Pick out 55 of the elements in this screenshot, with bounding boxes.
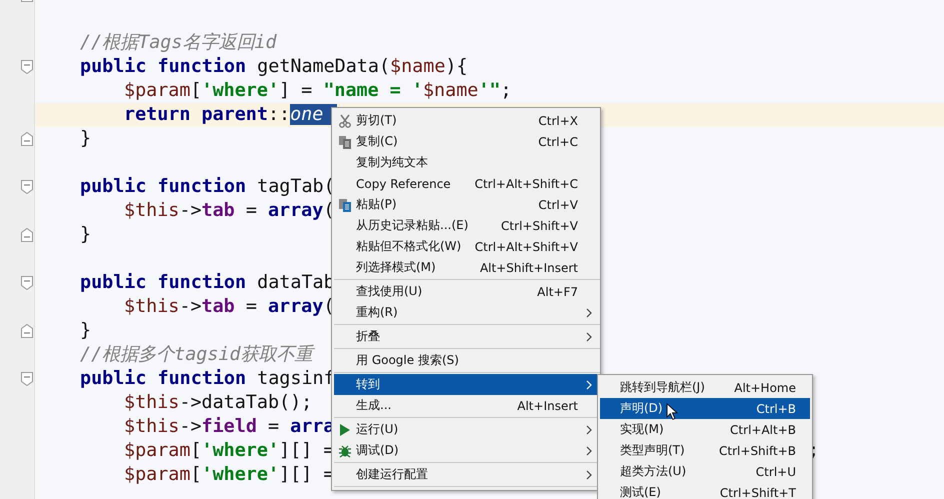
code-line: //根据多个tagsid获取不重	[80, 343, 313, 367]
code-line: //根据Tags名字返回id	[80, 31, 277, 55]
menu-item[interactable]: 用 Google 搜索(S)	[334, 350, 598, 371]
menu-item[interactable]: 转到	[334, 374, 598, 395]
chevron-right-icon	[586, 470, 592, 480]
fold-icon[interactable]	[21, 372, 33, 386]
menu-item[interactable]: 声明(D) Ctrl+B	[600, 398, 810, 419]
chevron-right-icon	[586, 446, 592, 456]
fold-icon[interactable]	[21, 180, 33, 194]
menu-item[interactable]: 实现(M) Ctrl+Alt+B	[600, 419, 810, 440]
menu-item[interactable]: 测试(E) Ctrl+Shift+T	[600, 482, 810, 499]
menu-item[interactable]: 创建运行配置	[334, 464, 598, 485]
code-line: public function tagsinf	[80, 367, 335, 391]
scissors-icon	[338, 114, 352, 128]
menu-item[interactable]: 超类方法(U) Ctrl+U	[600, 461, 810, 482]
code-line: $param['where'] = "name = '$name'";	[124, 79, 512, 103]
menu-item[interactable]: 从历史记录粘贴...(E) Ctrl+Shift+V	[334, 215, 598, 236]
fold-icon[interactable]	[21, 324, 33, 338]
menu-item[interactable]: 查找使用(U) Alt+F7	[334, 281, 598, 302]
chevron-right-icon	[586, 380, 592, 390]
menu-item[interactable]: 重构(R)	[334, 302, 598, 323]
menu-item[interactable]: 跳转到导航栏(J) Alt+Home	[600, 377, 810, 398]
code-line: public function getNameData($name){	[80, 55, 468, 79]
code-line: public function tagTab(	[80, 175, 335, 199]
fold-icon[interactable]	[21, 276, 33, 290]
menu-item[interactable]: 剪切(T) Ctrl+X	[334, 110, 598, 131]
menu-item[interactable]: 运行(U)	[334, 419, 598, 440]
fold-icon[interactable]	[21, 60, 33, 74]
code-line: public function dataTab	[80, 271, 335, 295]
bug-icon	[338, 444, 352, 458]
menu-item[interactable]: 粘贴但不格式化(W) Ctrl+Alt+Shift+V	[334, 236, 598, 257]
menu-item[interactable]: 调试(D)	[334, 440, 598, 461]
chevron-right-icon	[586, 424, 592, 434]
mouse-pointer-icon	[666, 403, 678, 421]
play-icon	[339, 422, 351, 436]
code-line: }	[80, 127, 92, 151]
code-line: $this->tab = array(	[124, 295, 334, 319]
code-line: $this->dataTab();	[124, 391, 312, 415]
fold-icon[interactable]	[21, 228, 33, 242]
menu-item[interactable]: 类型声明(T) Ctrl+Shift+B	[600, 440, 810, 461]
menu-item[interactable]: 复制(C) Ctrl+C	[334, 131, 598, 152]
copy-icon	[338, 134, 352, 148]
fold-icon[interactable]	[21, 132, 33, 146]
code-line: }	[80, 223, 92, 247]
code-line: }	[80, 319, 92, 343]
clipboard-icon	[338, 198, 352, 212]
chevron-right-icon	[586, 332, 592, 342]
menu-item[interactable]: 粘贴(P) Ctrl+V	[334, 194, 598, 215]
menu-item[interactable]: 折叠	[334, 326, 598, 347]
menu-item[interactable]: 列选择模式(M) Alt+Shift+Insert	[334, 257, 598, 278]
menu-item[interactable]: 复制为纯文本	[334, 152, 598, 173]
code-line: $this->tab = array(	[124, 199, 334, 223]
menu-item[interactable]: Copy Reference Ctrl+Alt+Shift+C	[334, 173, 598, 194]
menu-item[interactable]: 生成... Alt+Insert	[334, 395, 598, 416]
chevron-right-icon	[586, 308, 592, 318]
